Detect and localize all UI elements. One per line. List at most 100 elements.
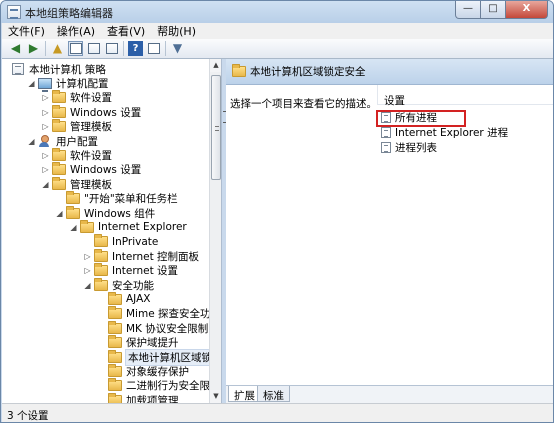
collapse-arrow-icon[interactable]: ◢ [55, 209, 64, 218]
tree-item-label: 本地计算机 策略 [29, 63, 106, 76]
tree-item-label: Internet 设置 [112, 265, 179, 278]
refresh-icon[interactable] [86, 41, 101, 56]
tree-item[interactable]: 保护域提升 [97, 335, 179, 350]
tree-item[interactable]: Mime 探查安全功能 [97, 306, 221, 321]
tree-item-label: Windows 设置 [70, 164, 142, 177]
tab-standard[interactable]: 标准 [257, 386, 290, 402]
maximize-button[interactable]: □ [481, 1, 506, 19]
tree-item[interactable]: 本地计算机 策略 [12, 62, 106, 76]
tree-item[interactable]: "开始"菜单和任务栏 [55, 191, 178, 206]
collapse-arrow-icon[interactable]: ◢ [83, 281, 92, 290]
tree-item-label: 对象缓存保护 [126, 365, 189, 378]
scroll-up-arrow-icon[interactable]: ▲ [210, 59, 221, 72]
window-controls: — □ X [455, 1, 548, 19]
policy-setting-icon [381, 126, 391, 138]
export-list-icon[interactable] [104, 41, 119, 56]
group-policy-app-icon [7, 5, 21, 19]
setting-label: 进程列表 [395, 141, 437, 154]
folder-icon [108, 392, 122, 403]
computer-icon [38, 77, 52, 92]
expand-arrow-icon[interactable]: ▷ [41, 151, 50, 160]
tree-item[interactable]: 对象缓存保护 [97, 363, 189, 378]
menu-help[interactable]: 帮助(H) [157, 23, 196, 39]
menu-file[interactable]: 文件(F) [8, 23, 45, 39]
no-children-spacer [97, 295, 106, 304]
expand-arrow-icon[interactable]: ▷ [83, 252, 92, 261]
folder-icon [52, 104, 66, 118]
folder-icon [94, 277, 108, 291]
close-button[interactable]: X [506, 1, 548, 19]
tree-item-label: 管理模板 [70, 121, 112, 134]
collapse-arrow-icon[interactable]: ◢ [27, 137, 36, 146]
setting-item[interactable]: 进程列表 [381, 140, 437, 154]
tree-item[interactable]: ◢ 管理模板 [41, 176, 112, 191]
forward-arrow-icon[interactable]: ▶ [26, 41, 41, 56]
collapse-arrow-icon[interactable]: ◢ [27, 79, 36, 88]
tree-item[interactable]: ◢ 安全功能 [83, 277, 154, 292]
tree-item[interactable]: ▷ 软件设置 [41, 147, 112, 162]
folder-icon [94, 248, 108, 262]
folder-icon [108, 320, 122, 334]
menu-action[interactable]: 操作(A) [57, 23, 95, 39]
tree-item-label: InPrivate [112, 235, 159, 248]
tree-item[interactable]: ◢ Windows 组件 [55, 205, 156, 220]
tree-item[interactable]: ▷ Internet 控制面板 [83, 248, 199, 263]
up-folder-icon[interactable]: ▲ [50, 41, 65, 56]
expand-arrow-icon[interactable]: ▷ [41, 93, 50, 102]
help-icon[interactable]: ? [128, 41, 143, 56]
back-arrow-icon[interactable]: ◀ [8, 41, 23, 56]
details-pane: 本地计算机区域锁定安全 选择一个项目来查看它的描述。 设置 所有进程 Inter… [226, 59, 553, 403]
tree-item[interactable]: AJAX [97, 291, 151, 306]
scroll-down-arrow-icon[interactable]: ▼ [210, 390, 221, 403]
details-title: 本地计算机区域锁定安全 [250, 66, 366, 78]
scroll-thumb[interactable] [211, 75, 221, 180]
folder-icon [108, 306, 122, 320]
tree-item[interactable]: 二进制行为安全限制 [97, 378, 221, 393]
expand-arrow-icon[interactable]: ▷ [41, 108, 50, 117]
setting-item[interactable]: Internet Explorer 进程 [381, 125, 508, 139]
user-icon [38, 135, 51, 147]
filter-icon[interactable]: ▼ [170, 41, 185, 56]
show-hide-tree-icon[interactable] [68, 41, 83, 56]
tree-item-label: AJAX [126, 293, 151, 306]
minimize-button[interactable]: — [455, 1, 481, 19]
settings-column-header[interactable]: 设置 [377, 85, 553, 107]
tree-item[interactable]: ▷ Internet 设置 [83, 263, 179, 278]
details-header: 本地计算机区域锁定安全 [226, 59, 553, 85]
collapse-arrow-icon[interactable]: ◢ [41, 180, 50, 189]
folder-icon [80, 219, 94, 233]
folder-icon [232, 64, 246, 77]
tree-item[interactable]: ▷ 管理模板 [41, 119, 112, 134]
tree-item[interactable]: 本地计算机区域锁定安全 [97, 348, 221, 366]
folder-icon [94, 263, 108, 277]
no-children-spacer [83, 237, 92, 246]
menu-view[interactable]: 查看(V) [107, 23, 145, 39]
no-children-spacer [97, 367, 106, 376]
tree-item[interactable]: ▷ 软件设置 [41, 90, 112, 105]
properties-icon[interactable] [146, 41, 161, 56]
tree-item[interactable]: ▷ Windows 设置 [41, 162, 142, 177]
folder-icon [108, 349, 122, 363]
tree-item[interactable]: ◢ 用户配置 [27, 134, 98, 148]
tree-item[interactable]: InPrivate [83, 234, 159, 249]
expand-arrow-icon[interactable]: ▷ [41, 122, 50, 131]
title-bar: 本地组策略编辑器 — □ X [1, 1, 553, 23]
tree-item[interactable]: ◢ 计算机配置 [27, 76, 109, 92]
expand-arrow-icon[interactable]: ▷ [83, 266, 92, 275]
tree-item[interactable]: ▷ Windows 设置 [41, 104, 141, 119]
expand-arrow-icon[interactable]: ▷ [41, 165, 50, 174]
tree-item-label: Windows 组件 [84, 207, 156, 220]
menu-bar: 文件(F) 操作(A) 查看(V) 帮助(H) [2, 23, 553, 39]
toolbar-separator [165, 41, 166, 56]
tree-item[interactable]: MK 协议安全限制 [97, 320, 209, 335]
folder-icon [94, 234, 108, 248]
collapse-arrow-icon[interactable]: ◢ [69, 223, 78, 232]
tree-scrollbar[interactable]: ▲ ▼ [209, 59, 221, 403]
folder-icon [108, 291, 122, 305]
no-children-spacer [97, 309, 106, 318]
folder-icon [108, 335, 122, 349]
tree-item[interactable]: 加载项管理 [97, 392, 179, 403]
tree-item-label: MK 协议安全限制 [126, 322, 209, 335]
tree-item[interactable]: ◢ Internet Explorer [69, 219, 187, 234]
tree-item-label: 用户配置 [56, 135, 98, 148]
